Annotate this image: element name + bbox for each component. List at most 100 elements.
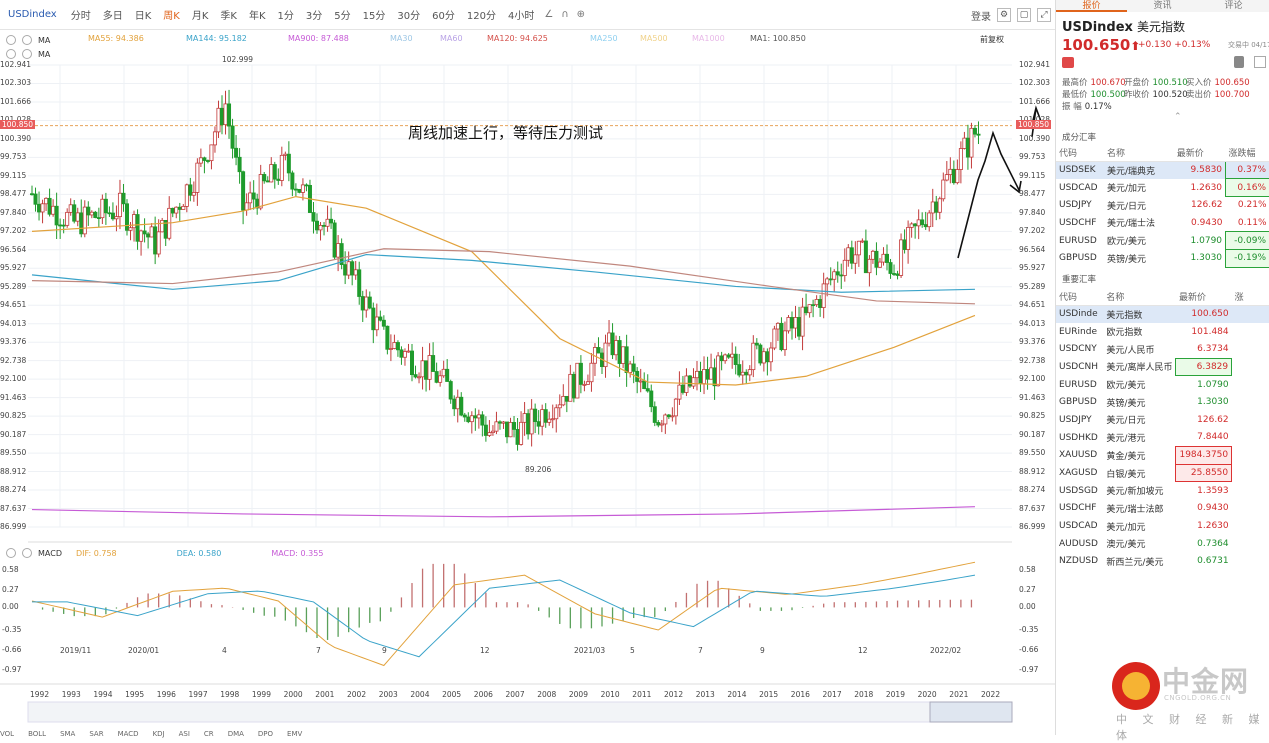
price-axis-label: 89.550 xyxy=(0,448,27,458)
indicator-tab[interactable]: CR xyxy=(204,730,214,738)
table-row[interactable]: USDCHF 美元/瑞士法 0.9430 0.11% xyxy=(1056,214,1269,232)
quote-name: 美元指数 xyxy=(1136,20,1185,34)
tab-period[interactable]: 分时 xyxy=(65,7,97,22)
collapse-chevron-icon[interactable]: ⌃ xyxy=(1174,112,1182,122)
indicator-tab[interactable]: KDJ xyxy=(153,730,165,738)
tab-period[interactable]: 60分 xyxy=(426,7,461,22)
candle-body xyxy=(832,271,837,280)
column-header[interactable]: 代码 xyxy=(1056,144,1104,162)
indicator-tab[interactable]: EMV xyxy=(287,730,302,738)
draw-line-icon[interactable]: ∠ xyxy=(540,9,557,20)
candle-body xyxy=(814,299,819,306)
tab-period[interactable]: 15分 xyxy=(357,7,392,22)
candle-body xyxy=(466,416,471,423)
table-row[interactable]: USDCAD 美元/加元 1.2630 xyxy=(1056,517,1269,535)
tab-period[interactable]: 周K xyxy=(157,7,186,22)
candle-body xyxy=(860,240,865,243)
close-icon[interactable] xyxy=(22,548,32,558)
fullscreen-icon[interactable]: ⤢ xyxy=(1037,8,1051,22)
candle-body xyxy=(142,230,147,235)
table-row[interactable]: USDinde 美元指数 100.650 xyxy=(1056,305,1269,323)
alert-bell-icon[interactable] xyxy=(1234,56,1244,68)
indicator-tab[interactable]: BOLL xyxy=(28,730,46,738)
table-row[interactable]: GBPUSD 英镑/美元 1.3030 xyxy=(1056,393,1269,411)
table-row[interactable]: EURinde 欧元指数 101.484 xyxy=(1056,323,1269,341)
candle-body xyxy=(885,253,890,263)
tab-period[interactable]: 1分 xyxy=(272,7,300,22)
column-header[interactable]: 涨 xyxy=(1231,288,1269,306)
candle-body xyxy=(75,212,80,222)
table-row[interactable]: USDJPY 美元/日元 126.62 0.21% xyxy=(1056,196,1269,214)
tab-period[interactable]: 120分 xyxy=(461,7,502,22)
table-row[interactable]: USDCNY 美元/人民币 6.3734 xyxy=(1056,340,1269,358)
table-row[interactable]: XAGUSD 白银/美元 25.8550 xyxy=(1056,463,1269,483)
row-code: AUDUSD xyxy=(1059,538,1098,549)
table-row[interactable]: USDCAD 美元/加元 1.2630 0.16% xyxy=(1056,178,1269,197)
symbol-label[interactable]: USDindex xyxy=(8,9,57,20)
chart-area[interactable]: MA MA55: 94.386 MA144: 95.182 MA900: 87.48… xyxy=(0,30,1055,738)
tab-period[interactable]: 多日 xyxy=(97,7,129,22)
column-header[interactable]: 最新价 xyxy=(1173,144,1226,162)
candle-body xyxy=(902,239,907,250)
indicator-tab[interactable]: DPO xyxy=(258,730,273,738)
table-row[interactable]: USDSGD 美元/新加坡元 1.3593 xyxy=(1056,482,1269,500)
table-row[interactable]: USDCNH 美元/离岸人民币 6.3829 xyxy=(1056,357,1269,377)
tab-period[interactable]: 5分 xyxy=(328,7,356,22)
tab-period[interactable]: 月K xyxy=(186,7,215,22)
tab-period[interactable]: 日K xyxy=(129,7,158,22)
table-row[interactable]: EURUSD 欧元/美元 1.0790 xyxy=(1056,376,1269,394)
quote-tab[interactable]: 资讯 xyxy=(1127,0,1198,12)
indicator-tab[interactable]: VOL xyxy=(0,730,14,738)
table-row[interactable]: USDCHF 美元/瑞士法郎 0.9430 xyxy=(1056,500,1269,518)
tab-period[interactable]: 4小时 xyxy=(502,7,540,22)
table-row[interactable]: GBPUSD 英镑/美元 1.3030 -0.19% xyxy=(1056,248,1269,268)
add-icon[interactable] xyxy=(1254,56,1266,68)
row-code: USDCAD xyxy=(1059,521,1098,532)
period-tabs: 分时 多日 日K 周K 月K 季K 年K 1分 3分 5分 15分 30分 60分 120分 4小时 xyxy=(65,7,541,22)
column-header[interactable]: 涨跌幅 xyxy=(1225,144,1269,162)
column-header[interactable]: 名称 xyxy=(1103,144,1174,162)
tab-period[interactable]: 季K xyxy=(214,7,243,22)
login-link[interactable]: 登录 xyxy=(971,8,991,23)
price-axis-label: 100.390 xyxy=(1019,133,1051,143)
candle-body xyxy=(888,262,893,274)
magnet-icon[interactable]: ∩ xyxy=(557,9,572,20)
candle-body xyxy=(452,398,457,410)
table-row[interactable]: USDSEK 美元/瑞典克 9.5830 0.37% xyxy=(1056,160,1269,180)
row-name: 澳元/美元 xyxy=(1106,540,1146,551)
zoom-icon[interactable]: ⊕ xyxy=(573,9,589,20)
candle-body xyxy=(561,395,566,406)
table-row[interactable]: USDHKD 美元/港元 7.8440 xyxy=(1056,429,1269,447)
table-row[interactable]: USDJPY 美元/日元 126.62 xyxy=(1056,411,1269,429)
settings-icon[interactable]: ⚙ xyxy=(997,8,1011,22)
row-name: 英镑/美元 xyxy=(1106,398,1146,409)
table-row[interactable]: EURUSD 欧元/美元 1.0790 -0.09% xyxy=(1056,231,1269,250)
column-header[interactable]: 名称 xyxy=(1103,288,1176,306)
candle-body xyxy=(448,381,453,400)
row-name: 美元/瑞士法 xyxy=(1106,219,1155,230)
tab-period[interactable]: 3分 xyxy=(300,7,328,22)
row-code: EURUSD xyxy=(1059,235,1097,246)
table-row[interactable]: NZDUSD 新西兰元/美元 0.6731 xyxy=(1056,553,1269,571)
price-axis-label: 94.651 xyxy=(1019,300,1046,310)
restore-icon[interactable]: ▢ xyxy=(1017,8,1031,22)
candle-body xyxy=(969,127,974,158)
candle-body xyxy=(205,160,210,162)
table-row[interactable]: AUDUSD 澳元/美元 0.7364 xyxy=(1056,535,1269,553)
candle-body xyxy=(177,206,182,210)
tab-period[interactable]: 30分 xyxy=(391,7,426,22)
column-header[interactable]: 最新价 xyxy=(1175,288,1232,306)
indicator-tab[interactable]: ASI xyxy=(179,730,190,738)
indicator-tab[interactable]: MACD xyxy=(118,730,139,738)
favorite-icon[interactable] xyxy=(1062,57,1074,68)
indicator-tab[interactable]: DMA xyxy=(228,730,244,738)
table-row[interactable]: XAUUSD 黄金/美元 1984.3750 xyxy=(1056,446,1269,465)
tab-period[interactable]: 年K xyxy=(243,7,272,22)
quote-tab[interactable]: 评论 xyxy=(1198,0,1269,12)
column-header[interactable]: 代码 xyxy=(1056,288,1104,306)
quote-tab[interactable]: 报价 xyxy=(1056,0,1127,12)
indicator-tab[interactable]: SAR xyxy=(89,730,103,738)
indicator-tab[interactable]: SMA xyxy=(60,730,75,738)
candle-body xyxy=(797,317,802,337)
settings-icon[interactable] xyxy=(6,548,16,558)
